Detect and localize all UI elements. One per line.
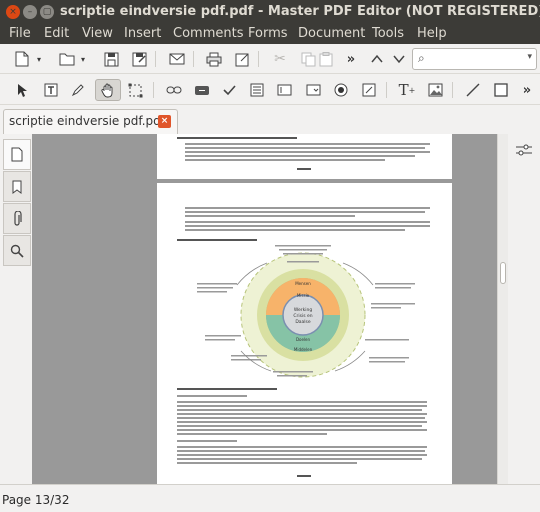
redo-icon[interactable] (388, 48, 410, 70)
toolbar-separator (258, 51, 259, 67)
search-icon: ⌕ (418, 51, 425, 65)
save-icon[interactable] (100, 48, 122, 70)
toolbar-separator (193, 51, 194, 67)
diagram-ring-label: Mensen (295, 281, 311, 286)
page-indicator: Page 13/32 (2, 493, 70, 507)
title-bar: × – ▢ scriptie eindversie pdf.pdf - Mast… (0, 0, 540, 24)
toolbar-separator (386, 82, 387, 98)
rectangle-icon[interactable] (490, 79, 512, 101)
page-thumbnails-icon[interactable] (3, 139, 31, 170)
menu-view[interactable]: View (82, 26, 113, 41)
search-input[interactable] (435, 51, 519, 67)
text-select-icon[interactable] (40, 79, 62, 101)
checkbox-icon[interactable] (218, 79, 240, 101)
open-dropdown-icon[interactable]: ▾ (78, 48, 88, 70)
menu-insert[interactable]: Insert (124, 26, 161, 41)
window-close-button[interactable]: × (6, 5, 20, 19)
menu-edit[interactable]: Edit (44, 26, 69, 41)
menu-document[interactable]: Document (298, 26, 365, 41)
search-panel-icon[interactable] (3, 235, 31, 266)
attachments-icon[interactable] (3, 203, 31, 234)
open-folder-icon[interactable] (56, 48, 78, 70)
properties-sliders-icon[interactable] (512, 138, 536, 162)
tab-close-icon[interactable]: × (158, 115, 171, 128)
document-tab-bar: scriptie eindversie pdf.pdf × (0, 106, 540, 134)
pdf-page-previous (157, 134, 452, 179)
overflow-chevron-icon[interactable]: » (516, 79, 538, 101)
window-minimize-button[interactable]: – (23, 5, 37, 19)
email-icon[interactable] (166, 48, 188, 70)
document-tab[interactable]: scriptie eindversie pdf.pdf × (3, 109, 178, 134)
right-side-panel (508, 134, 540, 484)
button-field-icon[interactable] (191, 79, 213, 101)
add-image-icon[interactable] (424, 79, 446, 101)
list-field-icon[interactable] (246, 79, 268, 101)
toolbar-separator (155, 51, 156, 67)
menu-tools[interactable]: Tools (372, 26, 404, 41)
window-maximize-button[interactable]: ▢ (40, 5, 54, 19)
diagram-center-label: Crisis en (293, 313, 312, 319)
toolbar-separator (452, 82, 453, 98)
diagram-center-label: Werking (294, 307, 313, 313)
paste-icon[interactable] (315, 48, 337, 70)
save-as-icon[interactable] (128, 48, 150, 70)
edit-text-icon[interactable] (67, 79, 89, 101)
menu-comments[interactable]: Comments (173, 26, 243, 41)
menu-bar: File Edit View Insert Comments Forms Doc… (0, 24, 540, 44)
diagram-ring-label: Middelen (294, 347, 313, 352)
document-viewport[interactable]: Werking Crisis en Daalse Mensen Missie D… (32, 134, 497, 484)
menu-forms[interactable]: Forms (248, 26, 288, 41)
cut-icon[interactable]: ✂ (269, 48, 291, 70)
search-dropdown-icon[interactable]: ▾ (527, 52, 532, 62)
line-icon[interactable] (462, 79, 484, 101)
status-bar: Page 13/32 (0, 484, 540, 512)
undo-icon[interactable] (366, 48, 388, 70)
hand-icon[interactable] (95, 79, 121, 101)
left-side-panel (3, 134, 31, 484)
tools-toolbar: T + » (0, 75, 540, 105)
diagram-ring-label: Doelen (296, 337, 311, 342)
radio-icon[interactable] (330, 79, 352, 101)
new-document-icon[interactable] (11, 48, 33, 70)
search-box[interactable]: ⌕ ▾ (412, 48, 537, 70)
overflow-chevron-icon[interactable]: » (340, 48, 362, 70)
window-title: scriptie eindversie pdf.pdf - Master PDF… (60, 4, 540, 19)
diagram-center-label: Daalse (295, 319, 311, 325)
text-field-icon[interactable] (273, 79, 295, 101)
menu-help[interactable]: Help (417, 26, 447, 41)
pdf-page: Werking Crisis en Daalse Mensen Missie D… (157, 183, 452, 484)
main-toolbar: ▾ ▾ ✂ » ⌕ ▾ (0, 44, 540, 74)
bookmarks-icon[interactable] (3, 171, 31, 202)
menu-file[interactable]: File (9, 26, 31, 41)
new-dropdown-icon[interactable]: ▾ (34, 48, 44, 70)
document-tab-label: scriptie eindversie pdf.pdf (9, 114, 165, 128)
print-icon[interactable] (203, 48, 225, 70)
link-icon[interactable] (163, 79, 185, 101)
vertical-scrollbar[interactable] (497, 134, 508, 484)
scrollbar-thumb[interactable] (500, 262, 506, 284)
toolbar-separator (153, 82, 154, 98)
select-arrow-icon[interactable] (11, 79, 33, 101)
marquee-icon[interactable] (124, 79, 146, 101)
export-icon[interactable] (231, 48, 253, 70)
add-text-icon[interactable]: T + (396, 79, 418, 101)
diagram-ring-label: Missie (297, 293, 310, 298)
combo-icon[interactable] (302, 79, 324, 101)
organisation-diagram: Werking Crisis en Daalse Mensen Missie D… (197, 245, 415, 378)
signature-field-icon[interactable] (358, 79, 380, 101)
